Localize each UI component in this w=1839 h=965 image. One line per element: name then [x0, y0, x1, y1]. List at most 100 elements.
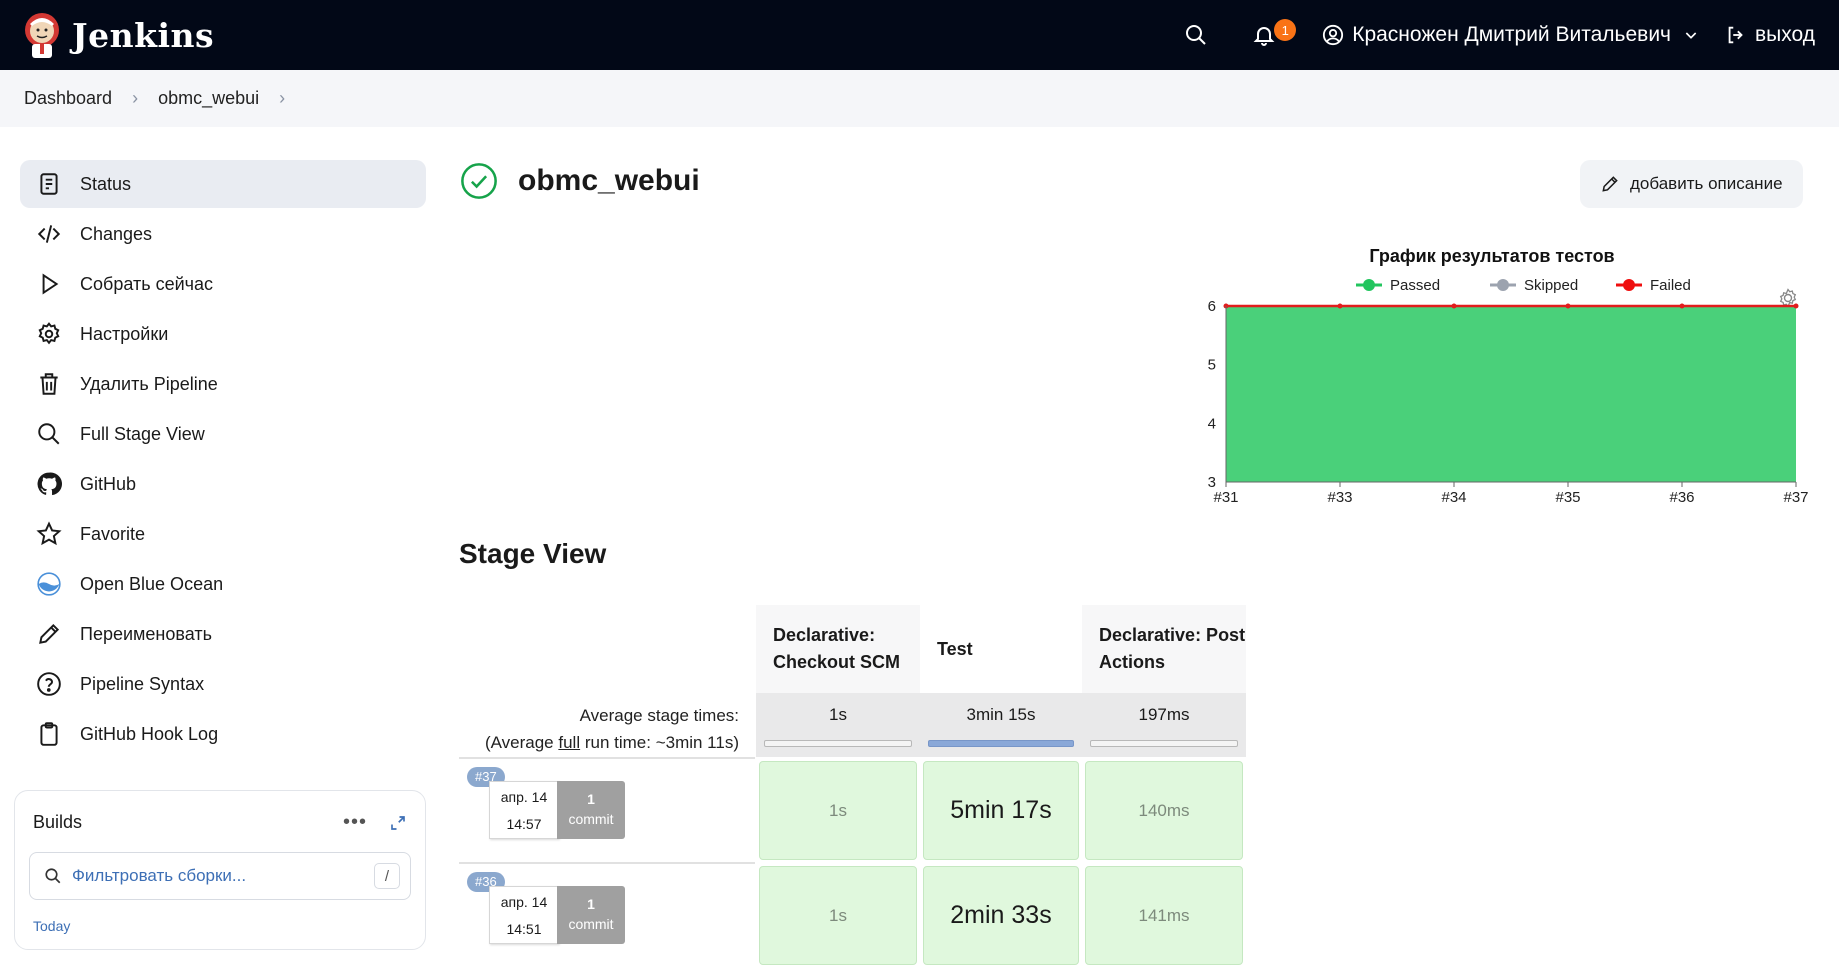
- chart-plot-area: 3456#31 #33 #34 #35 #36 #37: [1208, 298, 1809, 506]
- chevron-right-icon[interactable]: ›: [279, 88, 285, 109]
- breadcrumb: Dashboard › obmc_webui ›: [0, 70, 1839, 127]
- legend-label: Passed: [1390, 277, 1440, 294]
- breadcrumb-dashboard[interactable]: Dashboard: [24, 88, 112, 109]
- sidebar-item-blue-ocean[interactable]: Open Blue Ocean: [20, 560, 426, 608]
- stage-duration-cell[interactable]: 141ms: [1085, 866, 1243, 965]
- keyboard-shortcut-hint: /: [374, 863, 400, 889]
- stage-duration-cell[interactable]: 1s: [759, 761, 917, 860]
- chart-settings-icon[interactable]: [1779, 288, 1797, 308]
- sidebar-item-rename[interactable]: Переименовать: [20, 610, 426, 658]
- sidebar-item-settings[interactable]: Настройки: [20, 310, 426, 358]
- sidebar-item-delete[interactable]: Удалить Pipeline: [20, 360, 426, 408]
- stage-duration-cell[interactable]: 2min 33s: [923, 866, 1079, 965]
- search-button[interactable]: [1184, 23, 1208, 47]
- page-title: obmc_webui: [518, 164, 700, 197]
- user-icon: [1323, 24, 1344, 46]
- avg-time-cell: 3min 15s: [920, 693, 1082, 757]
- stage-header: Declarative: Post Actions: [1082, 605, 1246, 693]
- legend-label: Failed: [1650, 277, 1691, 294]
- sidebar-item-favorite[interactable]: Favorite: [20, 510, 426, 558]
- stage-duration-cell[interactable]: 1s: [759, 866, 917, 965]
- logout-label: выход: [1755, 23, 1815, 46]
- builds-filter-input[interactable]: Фильтровать сборки... /: [29, 852, 411, 900]
- stage-view-title: Stage View: [459, 538, 607, 569]
- code-icon: [37, 225, 61, 243]
- sidebar-item-label: Full Stage View: [80, 423, 205, 444]
- x-tick-label: #33: [1327, 489, 1352, 506]
- trash-icon: [40, 373, 58, 395]
- x-tick-label: #37: [1783, 489, 1808, 506]
- sidebar-item-full-stage-view[interactable]: Full Stage View: [20, 410, 426, 458]
- run-commit-count[interactable]: 1 commit: [557, 886, 625, 944]
- jenkins-logo[interactable]: Jenkins: [22, 10, 214, 60]
- logout-button[interactable]: выход: [1725, 23, 1815, 47]
- sidebar-item-label: Status: [80, 173, 132, 194]
- avg-progress-bar: [928, 740, 1074, 747]
- sidebar-item-label: Собрать сейчас: [80, 273, 214, 294]
- more-options-icon[interactable]: •••: [343, 811, 367, 834]
- avg-time-cell: 1s: [756, 693, 920, 757]
- passed-area: [1226, 306, 1796, 482]
- expand-icon[interactable]: [389, 814, 407, 832]
- search-icon: [1186, 25, 1206, 45]
- play-icon: [42, 273, 59, 295]
- builds-title: Builds: [33, 812, 83, 832]
- chevron-right-icon: ›: [132, 88, 139, 108]
- sidebar-item-label: GitHub Hook Log: [80, 723, 219, 744]
- avg-stage-times-label: Average stage times:: [579, 706, 739, 725]
- run-row: #37 апр. 14 14:57 1 commit: [459, 757, 755, 860]
- avg-time-value: 197ms: [1138, 705, 1190, 724]
- avg-run-time-text: (Average full run time: ~3min 11s): [484, 733, 739, 752]
- notifications-badge: 1: [1274, 19, 1297, 41]
- x-tick-label: #31: [1213, 489, 1238, 506]
- github-icon: [37, 472, 62, 496]
- sidebar-item-label: Favorite: [80, 523, 146, 544]
- test-results-chart: График результатов тестов Passed Skipped F…: [1208, 246, 1809, 506]
- sidebar-item-github-hook-log[interactable]: GitHub Hook Log: [20, 710, 426, 758]
- sidebar-item-label: Настройки: [80, 323, 169, 344]
- data-point: [1451, 303, 1457, 309]
- page-header: obmc_webui: [460, 162, 700, 200]
- gear-icon: [38, 322, 60, 345]
- sidebar-item-pipeline-syntax[interactable]: Pipeline Syntax: [20, 660, 426, 708]
- sidebar-item-status[interactable]: Status: [20, 160, 426, 208]
- user-menu[interactable]: Красножен Дмитрий Витальевич: [1322, 23, 1699, 47]
- stage-duration-cell[interactable]: 5min 17s: [923, 761, 1079, 860]
- sidebar-item-build-now[interactable]: Собрать сейчас: [20, 260, 426, 308]
- average-times-label: Average stage times: (Average full run t…: [459, 702, 739, 756]
- breadcrumb-job[interactable]: obmc_webui: [158, 88, 259, 109]
- notifications-button[interactable]: 1: [1252, 19, 1297, 47]
- sidebar: Status Changes Собрать сейчас Настройки …: [20, 160, 426, 760]
- data-point: [1679, 303, 1685, 309]
- avg-progress-bar: [764, 740, 912, 747]
- sidebar-item-changes[interactable]: Changes: [20, 210, 426, 258]
- stage-duration-cell[interactable]: 140ms: [1085, 761, 1243, 860]
- bell-icon: [1253, 27, 1275, 46]
- sidebar-item-label: Удалить Pipeline: [80, 373, 218, 394]
- sidebar-item-label: Changes: [80, 223, 153, 244]
- avg-time-cell: 197ms: [1082, 693, 1246, 757]
- add-description-label: добавить описание: [1630, 174, 1783, 193]
- pencil-icon: [1602, 176, 1618, 192]
- sidebar-item-label: Переименовать: [80, 623, 212, 644]
- add-description-button[interactable]: добавить описание: [1580, 160, 1803, 208]
- full-run-link[interactable]: full: [558, 733, 580, 752]
- chart-legend: Passed Skipped Failed: [1356, 277, 1691, 294]
- run-row: #36 апр. 14 14:51 1 commit: [459, 862, 755, 965]
- jenkins-butler-icon: [25, 13, 59, 58]
- builds-panel: Builds ••• Фильтровать сборки... / Today: [14, 790, 426, 950]
- x-tick-label: #34: [1441, 489, 1466, 506]
- status-icon: [40, 173, 58, 195]
- pencil-icon: [39, 623, 60, 644]
- y-tick-label: 4: [1208, 415, 1216, 432]
- avg-time-value: 3min 15s: [966, 705, 1036, 724]
- stage-header: Test: [920, 605, 1082, 693]
- logout-icon: [1728, 26, 1743, 44]
- search-icon: [45, 868, 61, 884]
- sidebar-item-github[interactable]: GitHub: [20, 460, 426, 508]
- y-tick-label: 6: [1208, 298, 1216, 315]
- run-commit-count[interactable]: 1 commit: [557, 781, 625, 839]
- data-point: [1337, 303, 1343, 309]
- sidebar-item-label: GitHub: [80, 473, 137, 494]
- legend-marker: [1623, 279, 1635, 291]
